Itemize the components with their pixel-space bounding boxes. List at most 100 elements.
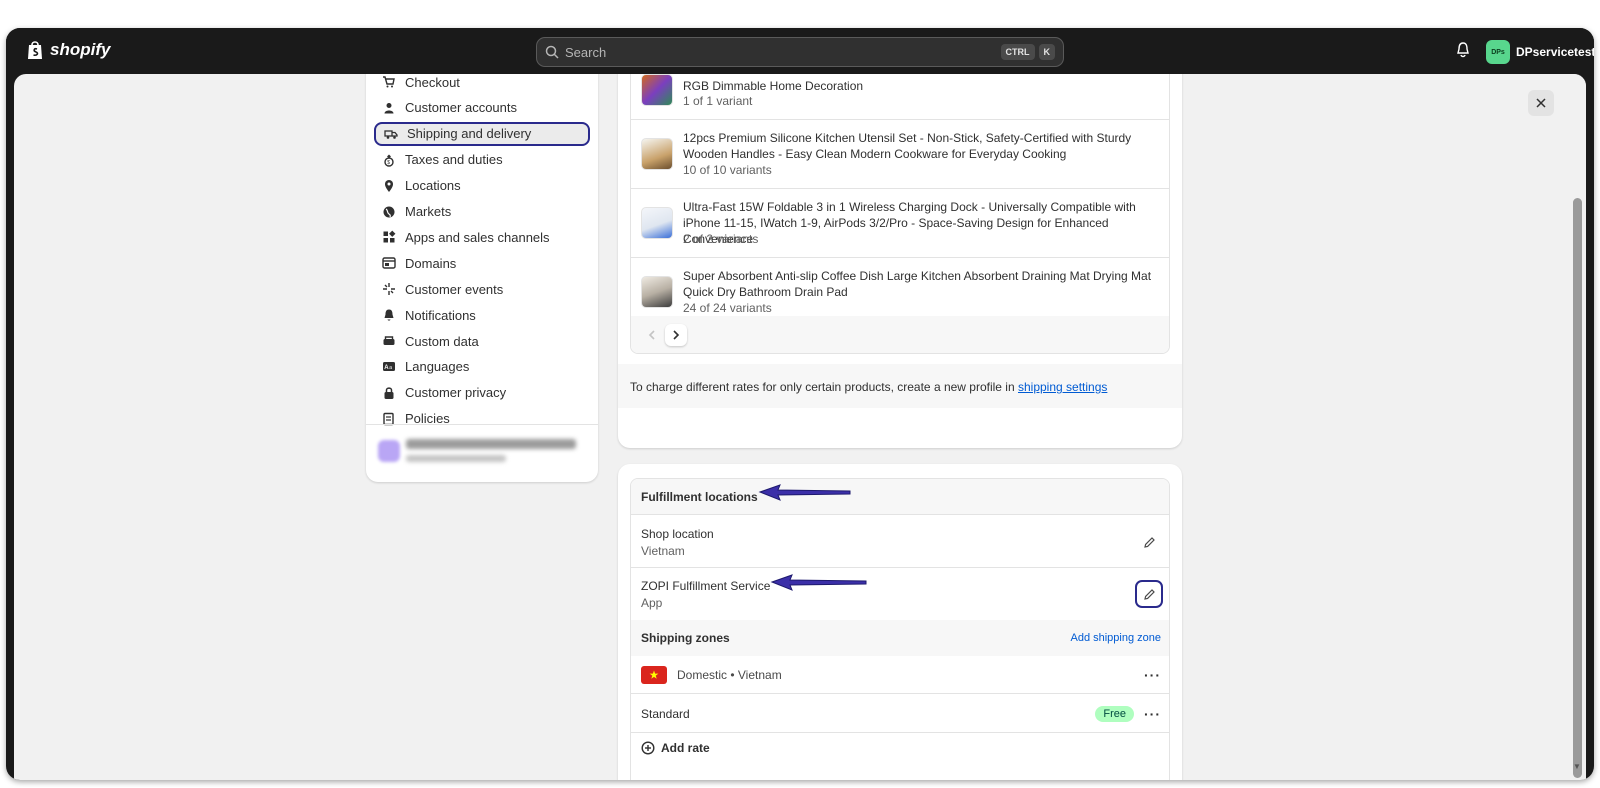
truck-icon (384, 127, 398, 141)
store-name-blurred (406, 439, 576, 449)
edit-location-button[interactable] (1139, 532, 1159, 552)
next-page-button[interactable] (665, 324, 687, 346)
user-menu[interactable]: DPs DPservicetest (1486, 40, 1594, 64)
fulfillment-section: Fulfillment locations Shop location Viet… (630, 478, 1170, 780)
sidebar-item-label: Customer events (405, 281, 504, 297)
pin-icon (382, 179, 396, 193)
search-placeholder: Search (565, 44, 607, 60)
previous-page-button[interactable] (641, 324, 663, 346)
svg-text:$: $ (387, 160, 390, 166)
pencil-icon (1143, 588, 1155, 600)
bell-icon (1457, 42, 1469, 58)
tax-icon: $ (382, 153, 396, 167)
sidebar-item-markets[interactable]: Markets (374, 200, 590, 224)
add-rate-button[interactable]: Add rate (641, 741, 710, 755)
store-account[interactable] (366, 424, 598, 482)
sidebar-item-customer-privacy[interactable]: Customer privacy (374, 381, 590, 405)
scroll-thumb[interactable] (1573, 198, 1582, 778)
add-shipping-zone-link[interactable]: Add shipping zone (1070, 632, 1161, 644)
chevron-right-icon (673, 330, 680, 340)
sidebar-item-label: Custom data (405, 333, 479, 349)
close-icon (1536, 98, 1546, 108)
data-icon (382, 334, 396, 348)
rate-more-button[interactable]: ··· (1144, 706, 1161, 722)
product-list: RGB Dimmable Home Decoration 1 of 1 vari… (630, 74, 1170, 354)
domain-icon (382, 256, 396, 270)
profile-note: To charge different rates for only certa… (618, 364, 1182, 408)
products-card: RGB Dimmable Home Decoration 1 of 1 vari… (618, 74, 1182, 448)
product-thumbnail (641, 74, 673, 106)
sidebar-item-label: Languages (405, 359, 470, 375)
keyboard-shortcut: CTRL K (1000, 44, 1055, 60)
pencil-icon (1143, 536, 1155, 548)
zone-row: Domestic • Vietnam ··· (631, 656, 1169, 694)
apps-icon (382, 230, 396, 244)
sidebar-item-checkout[interactable]: Checkout (374, 74, 590, 94)
kbd-k: K (1038, 44, 1055, 60)
product-title: RGB Dimmable Home Decoration (683, 79, 864, 93)
sidebar-item-apps-and-sales-channels[interactable]: Apps and sales channels (374, 225, 590, 249)
sidebar-item-shipping-and-delivery[interactable]: Shipping and delivery (374, 121, 590, 146)
person-icon (382, 101, 396, 115)
sidebar-item-label: Shipping and delivery (407, 126, 532, 142)
rate-badge: Free (1095, 705, 1134, 722)
sidebar-item-label: Customer privacy (405, 385, 507, 401)
zone-more-button[interactable]: ··· (1144, 667, 1161, 683)
product-thumbnail (641, 138, 673, 170)
store-avatar (378, 440, 400, 462)
fulfillment-card: Fulfillment locations Shop location Viet… (618, 464, 1182, 780)
annotation-arrow-icon (758, 484, 851, 501)
sidebar-item-label: Checkout (405, 74, 460, 90)
list-item[interactable]: 12pcs Premium Silicone Kitchen Utensil S… (631, 120, 1169, 189)
sparkle-icon (382, 282, 396, 296)
location-shop: Shop location Vietnam (631, 516, 1169, 568)
settings-surface: Checkout Customer accounts Shipping and de… (14, 74, 1586, 780)
location-name: ZOPI Fulfillment Service (641, 579, 771, 593)
kbd-ctrl: CTRL (1000, 44, 1035, 60)
store-email-blurred (406, 455, 506, 462)
sidebar-item-customer-accounts[interactable]: Customer accounts (374, 96, 590, 120)
sidebar-item-custom-data[interactable]: Custom data (374, 329, 590, 353)
sidebar-item-label: Apps and sales channels (405, 229, 550, 245)
sidebar-item-customer-events[interactable]: Customer events (374, 277, 590, 301)
lock-icon (382, 386, 396, 400)
scroll-down-arrow-icon[interactable]: ▼ (1573, 762, 1581, 771)
sidebar-item-label: Locations (405, 178, 461, 194)
list-item[interactable]: RGB Dimmable Home Decoration 1 of 1 vari… (631, 74, 1169, 120)
sidebar-item-locations[interactable]: Locations (374, 174, 590, 198)
notifications-button[interactable] (1456, 42, 1470, 63)
annotation-arrow-icon (770, 574, 867, 591)
user-name: DPservicetest (1516, 45, 1594, 59)
chevron-left-icon (648, 330, 655, 340)
sidebar-item-taxes-and-duties[interactable]: $ Taxes and duties (374, 148, 590, 172)
bell-icon (382, 308, 396, 322)
scrollbar[interactable]: ▼ (1569, 74, 1586, 780)
sidebar-item-notifications[interactable]: Notifications (374, 303, 590, 327)
location-name: Shop location (641, 527, 714, 541)
app-window: shopify Search CTRL K DPs DPservicetest (6, 28, 1594, 780)
cart-icon (382, 75, 396, 89)
shopify-logo[interactable]: shopify (26, 40, 110, 60)
fulfillment-title: Fulfillment locations (641, 489, 758, 504)
top-bar: shopify Search CTRL K DPs DPservicetest (6, 28, 1594, 76)
search-input[interactable]: Search CTRL K (536, 37, 1064, 67)
vietnam-flag-icon (641, 665, 667, 684)
fulfillment-header: Fulfillment locations (631, 479, 1169, 515)
rate-row: Standard Free ··· (631, 695, 1169, 733)
brand-name: shopify (50, 40, 111, 59)
shipping-settings-link[interactable]: shipping settings (1018, 380, 1107, 394)
product-variants: 1 of 1 variant (683, 94, 753, 108)
sidebar-item-domains[interactable]: Domains (374, 251, 590, 275)
sidebar-item-languages[interactable]: Aa Languages (374, 355, 590, 379)
pagination (631, 316, 1169, 353)
product-thumbnail (641, 276, 673, 308)
sidebar-item-label: Markets (405, 204, 452, 219)
list-item[interactable]: Ultra-Fast 15W Foldable 3 in 1 Wireless … (631, 189, 1169, 258)
edit-zopi-location-button[interactable] (1135, 580, 1163, 608)
location-zopi: ZOPI Fulfillment Service App (631, 568, 1169, 620)
note-text: To charge different rates for only certa… (630, 380, 1018, 394)
close-button[interactable] (1528, 90, 1554, 116)
rate-name: Standard (641, 706, 690, 721)
product-variants: 24 of 24 variants (683, 301, 772, 315)
settings-sidebar: Checkout Customer accounts Shipping and de… (366, 74, 598, 482)
